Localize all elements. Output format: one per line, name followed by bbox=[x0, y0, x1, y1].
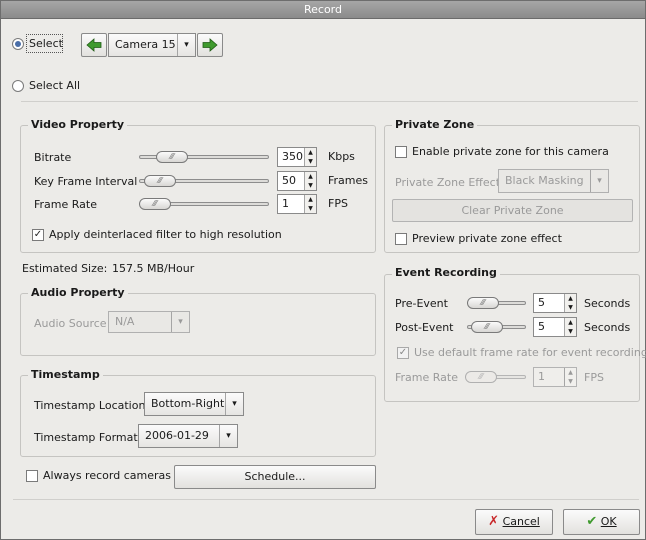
timestamp-location-label: Timestamp Location bbox=[34, 399, 146, 412]
pre-event-slider-knob[interactable]: ⁄⁄⁄ bbox=[467, 297, 499, 309]
always-record-label[interactable]: Always record cameras bbox=[43, 469, 171, 483]
timestamp-location-select[interactable]: Bottom-Right ▾ bbox=[144, 392, 244, 416]
timestamp-format-label: Timestamp Format bbox=[34, 431, 138, 444]
window-title: Record bbox=[1, 1, 645, 19]
estimated-size-label: Estimated Size: bbox=[22, 262, 108, 275]
camera-select-value: Camera 15 bbox=[115, 38, 176, 51]
next-camera-button[interactable] bbox=[197, 33, 223, 57]
bitrate-unit: Kbps bbox=[328, 150, 355, 163]
select-all-label[interactable]: Select All bbox=[29, 79, 80, 93]
always-record-checkbox[interactable] bbox=[26, 470, 38, 482]
select-label[interactable]: Select bbox=[29, 37, 63, 51]
select-all-radio[interactable] bbox=[12, 80, 24, 92]
framerate-label: Frame Rate bbox=[34, 198, 97, 211]
framerate-slider-knob[interactable]: ⁄⁄⁄ bbox=[139, 198, 171, 210]
bitrate-slider-knob[interactable]: ⁄⁄⁄ bbox=[156, 151, 188, 163]
post-event-slider-knob[interactable]: ⁄⁄⁄ bbox=[471, 321, 503, 333]
keyframe-spinner[interactable]: 50 ▲ ▼ bbox=[277, 171, 317, 191]
bitrate-spinner[interactable]: 350 ▲ ▼ bbox=[277, 147, 317, 167]
pre-event-value: 5 bbox=[538, 296, 545, 309]
schedule-button[interactable]: Schedule... bbox=[174, 465, 376, 489]
spinner-arrows-icon[interactable]: ▲ ▼ bbox=[564, 318, 576, 336]
ok-label: OK bbox=[600, 515, 617, 528]
arrow-right-icon bbox=[202, 38, 218, 52]
enable-private-zone-label[interactable]: Enable private zone for this camera bbox=[412, 145, 609, 159]
post-event-unit: Seconds bbox=[584, 321, 631, 334]
framerate-value: 1 bbox=[282, 197, 289, 210]
timestamp-format-value: 2006-01-29 bbox=[145, 429, 209, 442]
private-zone-effect-select[interactable]: Black Masking ▾ bbox=[498, 169, 609, 193]
spinner-arrows-icon[interactable]: ▲ ▼ bbox=[564, 368, 576, 386]
chevron-down-icon: ▾ bbox=[219, 425, 237, 447]
spinner-arrows-icon[interactable]: ▲ ▼ bbox=[304, 148, 316, 166]
event-framerate-label: Frame Rate bbox=[395, 371, 458, 384]
separator bbox=[21, 101, 638, 102]
bitrate-value: 350 bbox=[282, 150, 303, 163]
event-recording-title: Event Recording bbox=[392, 266, 500, 280]
bitrate-label: Bitrate bbox=[34, 151, 72, 164]
keyframe-value: 50 bbox=[282, 174, 296, 187]
preview-private-zone-checkbox[interactable] bbox=[395, 233, 407, 245]
post-event-value: 5 bbox=[538, 320, 545, 333]
private-zone-title: Private Zone bbox=[392, 118, 478, 132]
video-property-title: Video Property bbox=[28, 118, 128, 132]
cancel-button[interactable]: ✗ Cancel bbox=[475, 509, 553, 535]
record-dialog: Record Select Camera 15 ▾ Select All Vid… bbox=[0, 0, 646, 540]
chevron-down-icon: ▾ bbox=[225, 393, 243, 415]
keyframe-slider-knob[interactable]: ⁄⁄⁄ bbox=[144, 175, 176, 187]
timestamp-format-select[interactable]: 2006-01-29 ▾ bbox=[138, 424, 238, 448]
audio-source-select[interactable]: N/A ▾ bbox=[108, 311, 190, 333]
chevron-down-icon: ▾ bbox=[171, 312, 189, 332]
chevron-down-icon: ▾ bbox=[177, 34, 195, 56]
event-framerate-value: 1 bbox=[538, 370, 545, 383]
default-rate-checkbox[interactable]: ✓ bbox=[397, 347, 409, 359]
spinner-arrows-icon[interactable]: ▲ ▼ bbox=[564, 294, 576, 312]
preview-private-zone-label[interactable]: Preview private zone effect bbox=[412, 232, 562, 246]
timestamp-location-value: Bottom-Right bbox=[151, 397, 225, 410]
footer-separator bbox=[13, 499, 639, 500]
arrow-left-icon bbox=[86, 38, 102, 52]
deinterlace-label[interactable]: Apply deinterlaced filter to high resolu… bbox=[49, 228, 282, 242]
enable-private-zone-checkbox[interactable] bbox=[395, 146, 407, 158]
timestamp-title: Timestamp bbox=[28, 368, 103, 382]
keyframe-unit: Frames bbox=[328, 174, 369, 187]
deinterlace-checkbox[interactable]: ✓ bbox=[32, 229, 44, 241]
estimated-size-value: 157.5 MB/Hour bbox=[112, 262, 195, 275]
prev-camera-button[interactable] bbox=[81, 33, 107, 57]
check-icon: ✔ bbox=[586, 514, 598, 529]
camera-select[interactable]: Camera 15 ▾ bbox=[108, 33, 196, 57]
clear-private-zone-button[interactable]: Clear Private Zone bbox=[392, 199, 633, 222]
event-framerate-spinner[interactable]: 1 ▲ ▼ bbox=[533, 367, 577, 387]
cancel-label: Cancel bbox=[502, 515, 540, 528]
spinner-arrows-icon[interactable]: ▲ ▼ bbox=[304, 172, 316, 190]
spinner-arrows-icon[interactable]: ▲ ▼ bbox=[304, 195, 316, 213]
post-event-label: Post-Event bbox=[395, 321, 454, 334]
framerate-spinner[interactable]: 1 ▲ ▼ bbox=[277, 194, 317, 214]
private-zone-effect-value: Black Masking bbox=[505, 174, 584, 187]
event-framerate-unit: FPS bbox=[584, 371, 604, 384]
keyframe-label: Key Frame Interval bbox=[34, 175, 138, 188]
post-event-spinner[interactable]: 5 ▲ ▼ bbox=[533, 317, 577, 337]
private-zone-effect-label: Private Zone Effect bbox=[395, 176, 501, 189]
ok-button[interactable]: ✔ OK bbox=[563, 509, 640, 535]
framerate-unit: FPS bbox=[328, 197, 348, 210]
default-rate-label[interactable]: Use default frame rate for event recordi… bbox=[414, 346, 646, 360]
pre-event-label: Pre-Event bbox=[395, 297, 448, 310]
pre-event-unit: Seconds bbox=[584, 297, 631, 310]
audio-source-label: Audio Source bbox=[34, 317, 107, 330]
chevron-down-icon: ▾ bbox=[590, 170, 608, 192]
pre-event-spinner[interactable]: 5 ▲ ▼ bbox=[533, 293, 577, 313]
audio-property-title: Audio Property bbox=[28, 286, 128, 300]
x-icon: ✗ bbox=[488, 514, 500, 529]
audio-source-value: N/A bbox=[115, 315, 135, 328]
event-framerate-slider-knob[interactable]: ⁄⁄⁄ bbox=[465, 371, 497, 383]
select-radio[interactable] bbox=[12, 38, 24, 50]
